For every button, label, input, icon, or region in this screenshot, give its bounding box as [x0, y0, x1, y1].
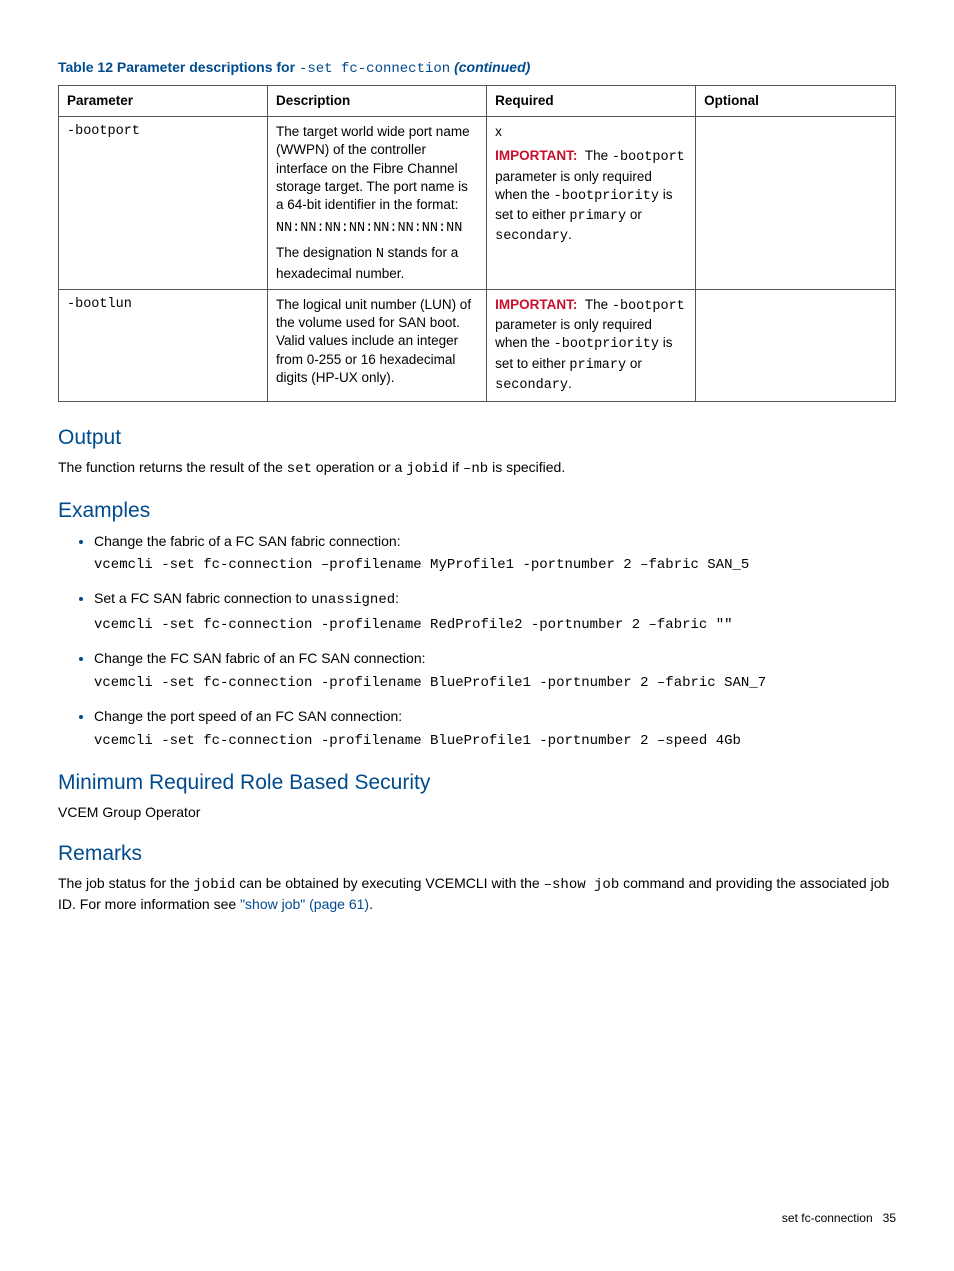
header-description: Description	[267, 85, 486, 116]
important-note: IMPORTANT: The -bootport parameter is on…	[495, 296, 687, 395]
desc-text: The target world wide port name (WWPN) o…	[276, 123, 478, 214]
cell-optional	[696, 117, 896, 290]
table-caption: Table 12 Parameter descriptions for -set…	[58, 58, 896, 79]
example-command: vcemcli -set fc-connection –profilename …	[94, 556, 896, 575]
security-body: VCEM Group Operator	[58, 803, 896, 822]
footer-label: set fc-connection	[782, 1211, 873, 1225]
example-lead: Change the FC SAN fabric of an FC SAN co…	[94, 650, 426, 666]
list-item: Set a FC SAN fabric connection to unassi…	[94, 589, 896, 635]
caption-suffix: (continued)	[450, 59, 530, 75]
desc-code: NN:NN:NN:NN:NN:NN:NN:NN	[276, 220, 478, 238]
cell-description: The logical unit number (LUN) of the vol…	[267, 289, 486, 401]
caption-prefix: Table 12 Parameter descriptions for	[58, 59, 299, 75]
desc-text2: The designation N stands for a hexadecim…	[276, 244, 478, 282]
examples-list: Change the fabric of a FC SAN fabric con…	[58, 532, 896, 751]
list-item: Change the FC SAN fabric of an FC SAN co…	[94, 649, 896, 693]
important-note: IMPORTANT: The -bootport parameter is on…	[495, 147, 687, 246]
remarks-paragraph: The job status for the jobid can be obta…	[58, 874, 896, 914]
output-heading: Output	[58, 424, 896, 452]
output-paragraph: The function returns the result of the s…	[58, 458, 896, 479]
required-x: x	[495, 123, 687, 141]
security-heading: Minimum Required Role Based Security	[58, 769, 896, 797]
cell-param: -bootlun	[59, 289, 268, 401]
cell-required: IMPORTANT: The -bootport parameter is on…	[487, 289, 696, 401]
examples-heading: Examples	[58, 497, 896, 525]
caption-code: -set fc-connection	[299, 61, 450, 77]
footer-page: 35	[883, 1211, 896, 1225]
remarks-heading: Remarks	[58, 840, 896, 868]
cell-param: -bootport	[59, 117, 268, 290]
show-job-link[interactable]: "show job" (page 61)	[240, 896, 369, 912]
table-row: -bootlun The logical unit number (LUN) o…	[59, 289, 896, 401]
header-required: Required	[487, 85, 696, 116]
important-label: IMPORTANT:	[495, 297, 577, 312]
example-lead: Change the fabric of a FC SAN fabric con…	[94, 533, 401, 549]
example-lead: Set a FC SAN fabric connection to unassi…	[94, 590, 399, 606]
example-lead: Change the port speed of an FC SAN conne…	[94, 708, 402, 724]
example-command: vcemcli -set fc-connection -profilename …	[94, 732, 896, 751]
list-item: Change the fabric of a FC SAN fabric con…	[94, 532, 896, 576]
cell-optional	[696, 289, 896, 401]
page-footer: set fc-connection 35	[782, 1210, 896, 1226]
example-command: vcemcli -set fc-connection -profilename …	[94, 674, 896, 693]
header-parameter: Parameter	[59, 85, 268, 116]
cell-required: x IMPORTANT: The -bootport parameter is …	[487, 117, 696, 290]
table-row: -bootport The target world wide port nam…	[59, 117, 896, 290]
parameter-table: Parameter Description Required Optional …	[58, 85, 896, 402]
example-command: vcemcli -set fc-connection -profilename …	[94, 616, 896, 635]
header-optional: Optional	[696, 85, 896, 116]
cell-description: The target world wide port name (WWPN) o…	[267, 117, 486, 290]
important-label: IMPORTANT:	[495, 148, 577, 163]
list-item: Change the port speed of an FC SAN conne…	[94, 707, 896, 751]
